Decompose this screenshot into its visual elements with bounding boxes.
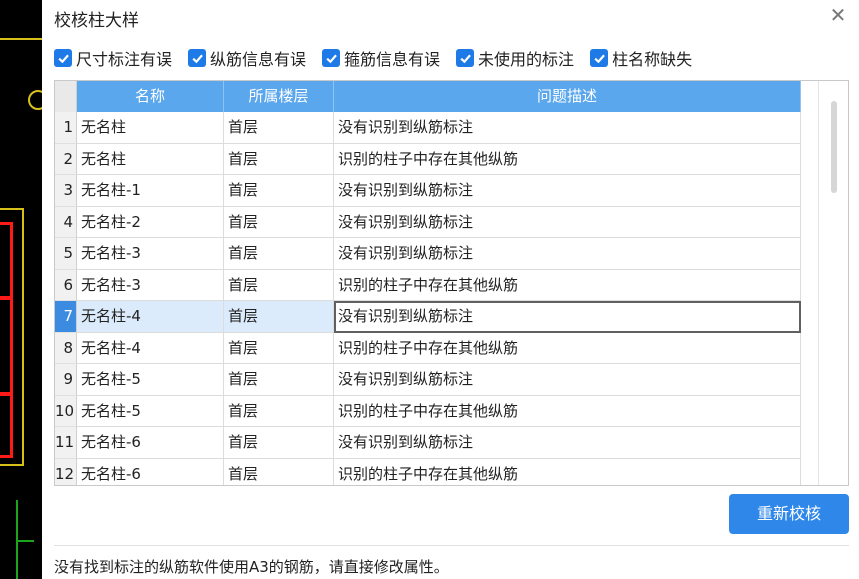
checkmark-icon[interactable] bbox=[590, 49, 609, 67]
cell-description[interactable]: 识别的柱子中存在其他纵筋 bbox=[334, 332, 801, 364]
check-column-detail-dialog: 校核柱大样 ✕ 尺寸标注有误 纵筋信息有误 箍筋信息有误 未使用的标注 柱名称缺… bbox=[42, 0, 859, 579]
filter-dimension-error[interactable]: 尺寸标注有误 bbox=[54, 46, 172, 70]
column-header-name[interactable]: 名称 bbox=[77, 81, 224, 112]
row-number[interactable]: 9 bbox=[55, 364, 77, 396]
row-number[interactable]: 4 bbox=[55, 206, 77, 238]
cell-floor[interactable]: 首层 bbox=[224, 427, 334, 459]
table-row[interactable]: 7 无名柱-4 首层 没有识别到纵筋标注 bbox=[55, 301, 801, 333]
cell-description[interactable]: 没有识别到纵筋标注 bbox=[334, 206, 801, 238]
cell-description[interactable]: 没有识别到纵筋标注 bbox=[334, 238, 801, 270]
cell-name[interactable]: 无名柱-3 bbox=[77, 238, 224, 270]
table-corner bbox=[55, 81, 77, 112]
cell-floor[interactable]: 首层 bbox=[224, 458, 334, 485]
filter-stirrup-error[interactable]: 箍筋信息有误 bbox=[322, 46, 440, 70]
cad-column-rebar bbox=[0, 222, 13, 458]
issues-table: 名称 所属楼层 问题描述 1 无名柱 首层 没有识别到纵筋标注 2 无名柱 首层 识别的柱子中… bbox=[54, 80, 849, 486]
cad-rebar-line bbox=[0, 392, 13, 396]
filter-label: 未使用的标注 bbox=[478, 50, 575, 69]
cad-axis-circle bbox=[28, 90, 42, 110]
cell-floor[interactable]: 首层 bbox=[224, 332, 334, 364]
cell-name[interactable]: 无名柱-5 bbox=[77, 395, 224, 427]
table-row[interactable]: 3 无名柱-1 首层 没有识别到纵筋标注 bbox=[55, 175, 801, 207]
table-row[interactable]: 5 无名柱-3 首层 没有识别到纵筋标注 bbox=[55, 238, 801, 270]
cell-floor[interactable]: 首层 bbox=[224, 238, 334, 270]
table-row[interactable]: 2 无名柱 首层 识别的柱子中存在其他纵筋 bbox=[55, 143, 801, 175]
cad-line bbox=[0, 38, 42, 40]
close-icon[interactable]: ✕ bbox=[827, 4, 849, 26]
row-number[interactable]: 5 bbox=[55, 238, 77, 270]
filter-missing-column-name[interactable]: 柱名称缺失 bbox=[590, 46, 692, 70]
cad-viewport bbox=[0, 0, 42, 579]
cell-floor[interactable]: 首层 bbox=[224, 364, 334, 396]
row-number[interactable]: 2 bbox=[55, 143, 77, 175]
table-header: 名称 所属楼层 问题描述 bbox=[55, 81, 801, 112]
filter-longitudinal-rebar-error[interactable]: 纵筋信息有误 bbox=[188, 46, 306, 70]
scrollbar-thumb[interactable] bbox=[831, 101, 837, 193]
cell-description[interactable]: 没有识别到纵筋标注 bbox=[334, 364, 801, 396]
cell-description[interactable]: 没有识别到纵筋标注 bbox=[334, 112, 801, 144]
row-number[interactable]: 1 bbox=[55, 112, 77, 144]
table-row[interactable]: 8 无名柱-4 首层 识别的柱子中存在其他纵筋 bbox=[55, 332, 801, 364]
row-number[interactable]: 7 bbox=[55, 301, 77, 333]
row-number[interactable]: 12 bbox=[55, 458, 77, 485]
filter-label: 箍筋信息有误 bbox=[344, 50, 441, 69]
table-row[interactable]: 10 无名柱-5 首层 识别的柱子中存在其他纵筋 bbox=[55, 395, 801, 427]
column-header-floor[interactable]: 所属楼层 bbox=[224, 81, 334, 112]
cell-name[interactable]: 无名柱-2 bbox=[77, 206, 224, 238]
filter-unused-annotation[interactable]: 未使用的标注 bbox=[456, 46, 574, 70]
table-row[interactable]: 4 无名柱-2 首层 没有识别到纵筋标注 bbox=[55, 206, 801, 238]
cell-description[interactable]: 识别的柱子中存在其他纵筋 bbox=[334, 143, 801, 175]
table-row[interactable]: 11 无名柱-6 首层 没有识别到纵筋标注 bbox=[55, 427, 801, 459]
cell-name[interactable]: 无名柱-4 bbox=[77, 301, 224, 333]
cell-floor[interactable]: 首层 bbox=[224, 301, 334, 333]
status-hint: 没有找到标注的纵筋软件使用A3的钢筋，请直接修改属性。 bbox=[54, 558, 449, 576]
filter-label: 柱名称缺失 bbox=[612, 50, 693, 69]
filter-checkbox-group: 尺寸标注有误 纵筋信息有误 箍筋信息有误 未使用的标注 柱名称缺失 bbox=[54, 46, 692, 70]
row-number[interactable]: 6 bbox=[55, 269, 77, 301]
cell-description[interactable]: 识别的柱子中存在其他纵筋 bbox=[334, 395, 801, 427]
row-number[interactable]: 3 bbox=[55, 175, 77, 207]
cell-description[interactable]: 没有识别到纵筋标注 bbox=[334, 175, 801, 207]
table-row[interactable]: 12 无名柱-6 首层 识别的柱子中存在其他纵筋 bbox=[55, 458, 801, 485]
filter-label: 纵筋信息有误 bbox=[210, 50, 307, 69]
cad-rebar-line bbox=[0, 296, 13, 300]
checkmark-icon[interactable] bbox=[322, 49, 341, 67]
row-number[interactable]: 8 bbox=[55, 332, 77, 364]
cell-description[interactable]: 识别的柱子中存在其他纵筋 bbox=[334, 458, 801, 485]
filter-label: 尺寸标注有误 bbox=[76, 50, 173, 69]
cell-floor[interactable]: 首层 bbox=[224, 395, 334, 427]
table-body: 1 无名柱 首层 没有识别到纵筋标注 2 无名柱 首层 识别的柱子中存在其他纵筋 3 无名柱-1 首… bbox=[55, 112, 801, 485]
vertical-scrollbar[interactable] bbox=[818, 81, 848, 485]
cell-name[interactable]: 无名柱-1 bbox=[77, 175, 224, 207]
row-number[interactable]: 10 bbox=[55, 395, 77, 427]
column-header-description[interactable]: 问题描述 bbox=[334, 81, 801, 112]
cell-name[interactable]: 无名柱-4 bbox=[77, 332, 224, 364]
cell-name[interactable]: 无名柱 bbox=[77, 112, 224, 144]
dialog-title: 校核柱大样 bbox=[54, 11, 139, 31]
table-row[interactable]: 6 无名柱-3 首层 识别的柱子中存在其他纵筋 bbox=[55, 269, 801, 301]
table-row[interactable]: 1 无名柱 首层 没有识别到纵筋标注 bbox=[55, 112, 801, 144]
cell-name[interactable]: 无名柱-3 bbox=[77, 269, 224, 301]
checkmark-icon[interactable] bbox=[54, 49, 72, 67]
cell-floor[interactable]: 首层 bbox=[224, 143, 334, 175]
divider bbox=[54, 545, 849, 546]
cad-axis-line bbox=[16, 540, 34, 542]
cell-name[interactable]: 无名柱-6 bbox=[77, 427, 224, 459]
cell-description[interactable]: 没有识别到纵筋标注 bbox=[334, 427, 801, 459]
checkmark-icon[interactable] bbox=[456, 49, 475, 67]
cell-name[interactable]: 无名柱-5 bbox=[77, 364, 224, 396]
cell-floor[interactable]: 首层 bbox=[224, 112, 334, 144]
cell-name[interactable]: 无名柱 bbox=[77, 143, 224, 175]
cell-floor[interactable]: 首层 bbox=[224, 175, 334, 207]
cell-floor[interactable]: 首层 bbox=[224, 269, 334, 301]
checkmark-icon[interactable] bbox=[188, 49, 207, 67]
cell-description[interactable]: 识别的柱子中存在其他纵筋 bbox=[334, 269, 801, 301]
cell-description[interactable]: 没有识别到纵筋标注 bbox=[334, 301, 801, 333]
cell-name[interactable]: 无名柱-6 bbox=[77, 458, 224, 485]
row-number[interactable]: 11 bbox=[55, 427, 77, 459]
cell-floor[interactable]: 首层 bbox=[224, 206, 334, 238]
table-row[interactable]: 9 无名柱-5 首层 没有识别到纵筋标注 bbox=[55, 364, 801, 396]
recheck-button[interactable]: 重新校核 bbox=[729, 494, 849, 534]
